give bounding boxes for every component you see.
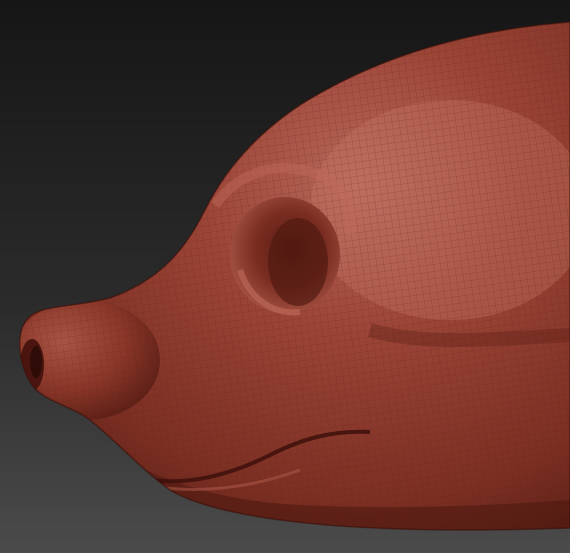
eye-socket xyxy=(230,197,340,316)
viewport xyxy=(0,0,570,553)
sculpt-render xyxy=(0,0,570,553)
